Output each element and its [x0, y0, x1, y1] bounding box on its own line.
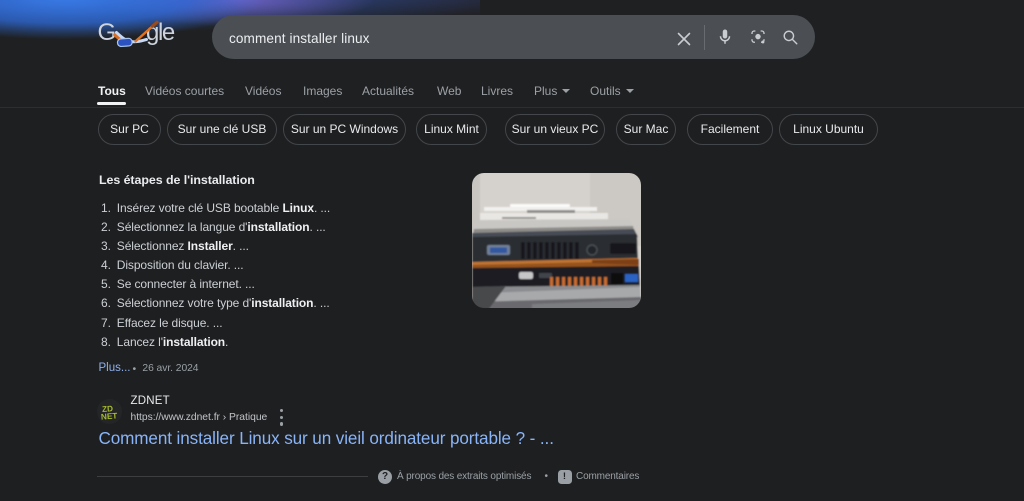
svg-text:NET: NET	[101, 411, 118, 421]
